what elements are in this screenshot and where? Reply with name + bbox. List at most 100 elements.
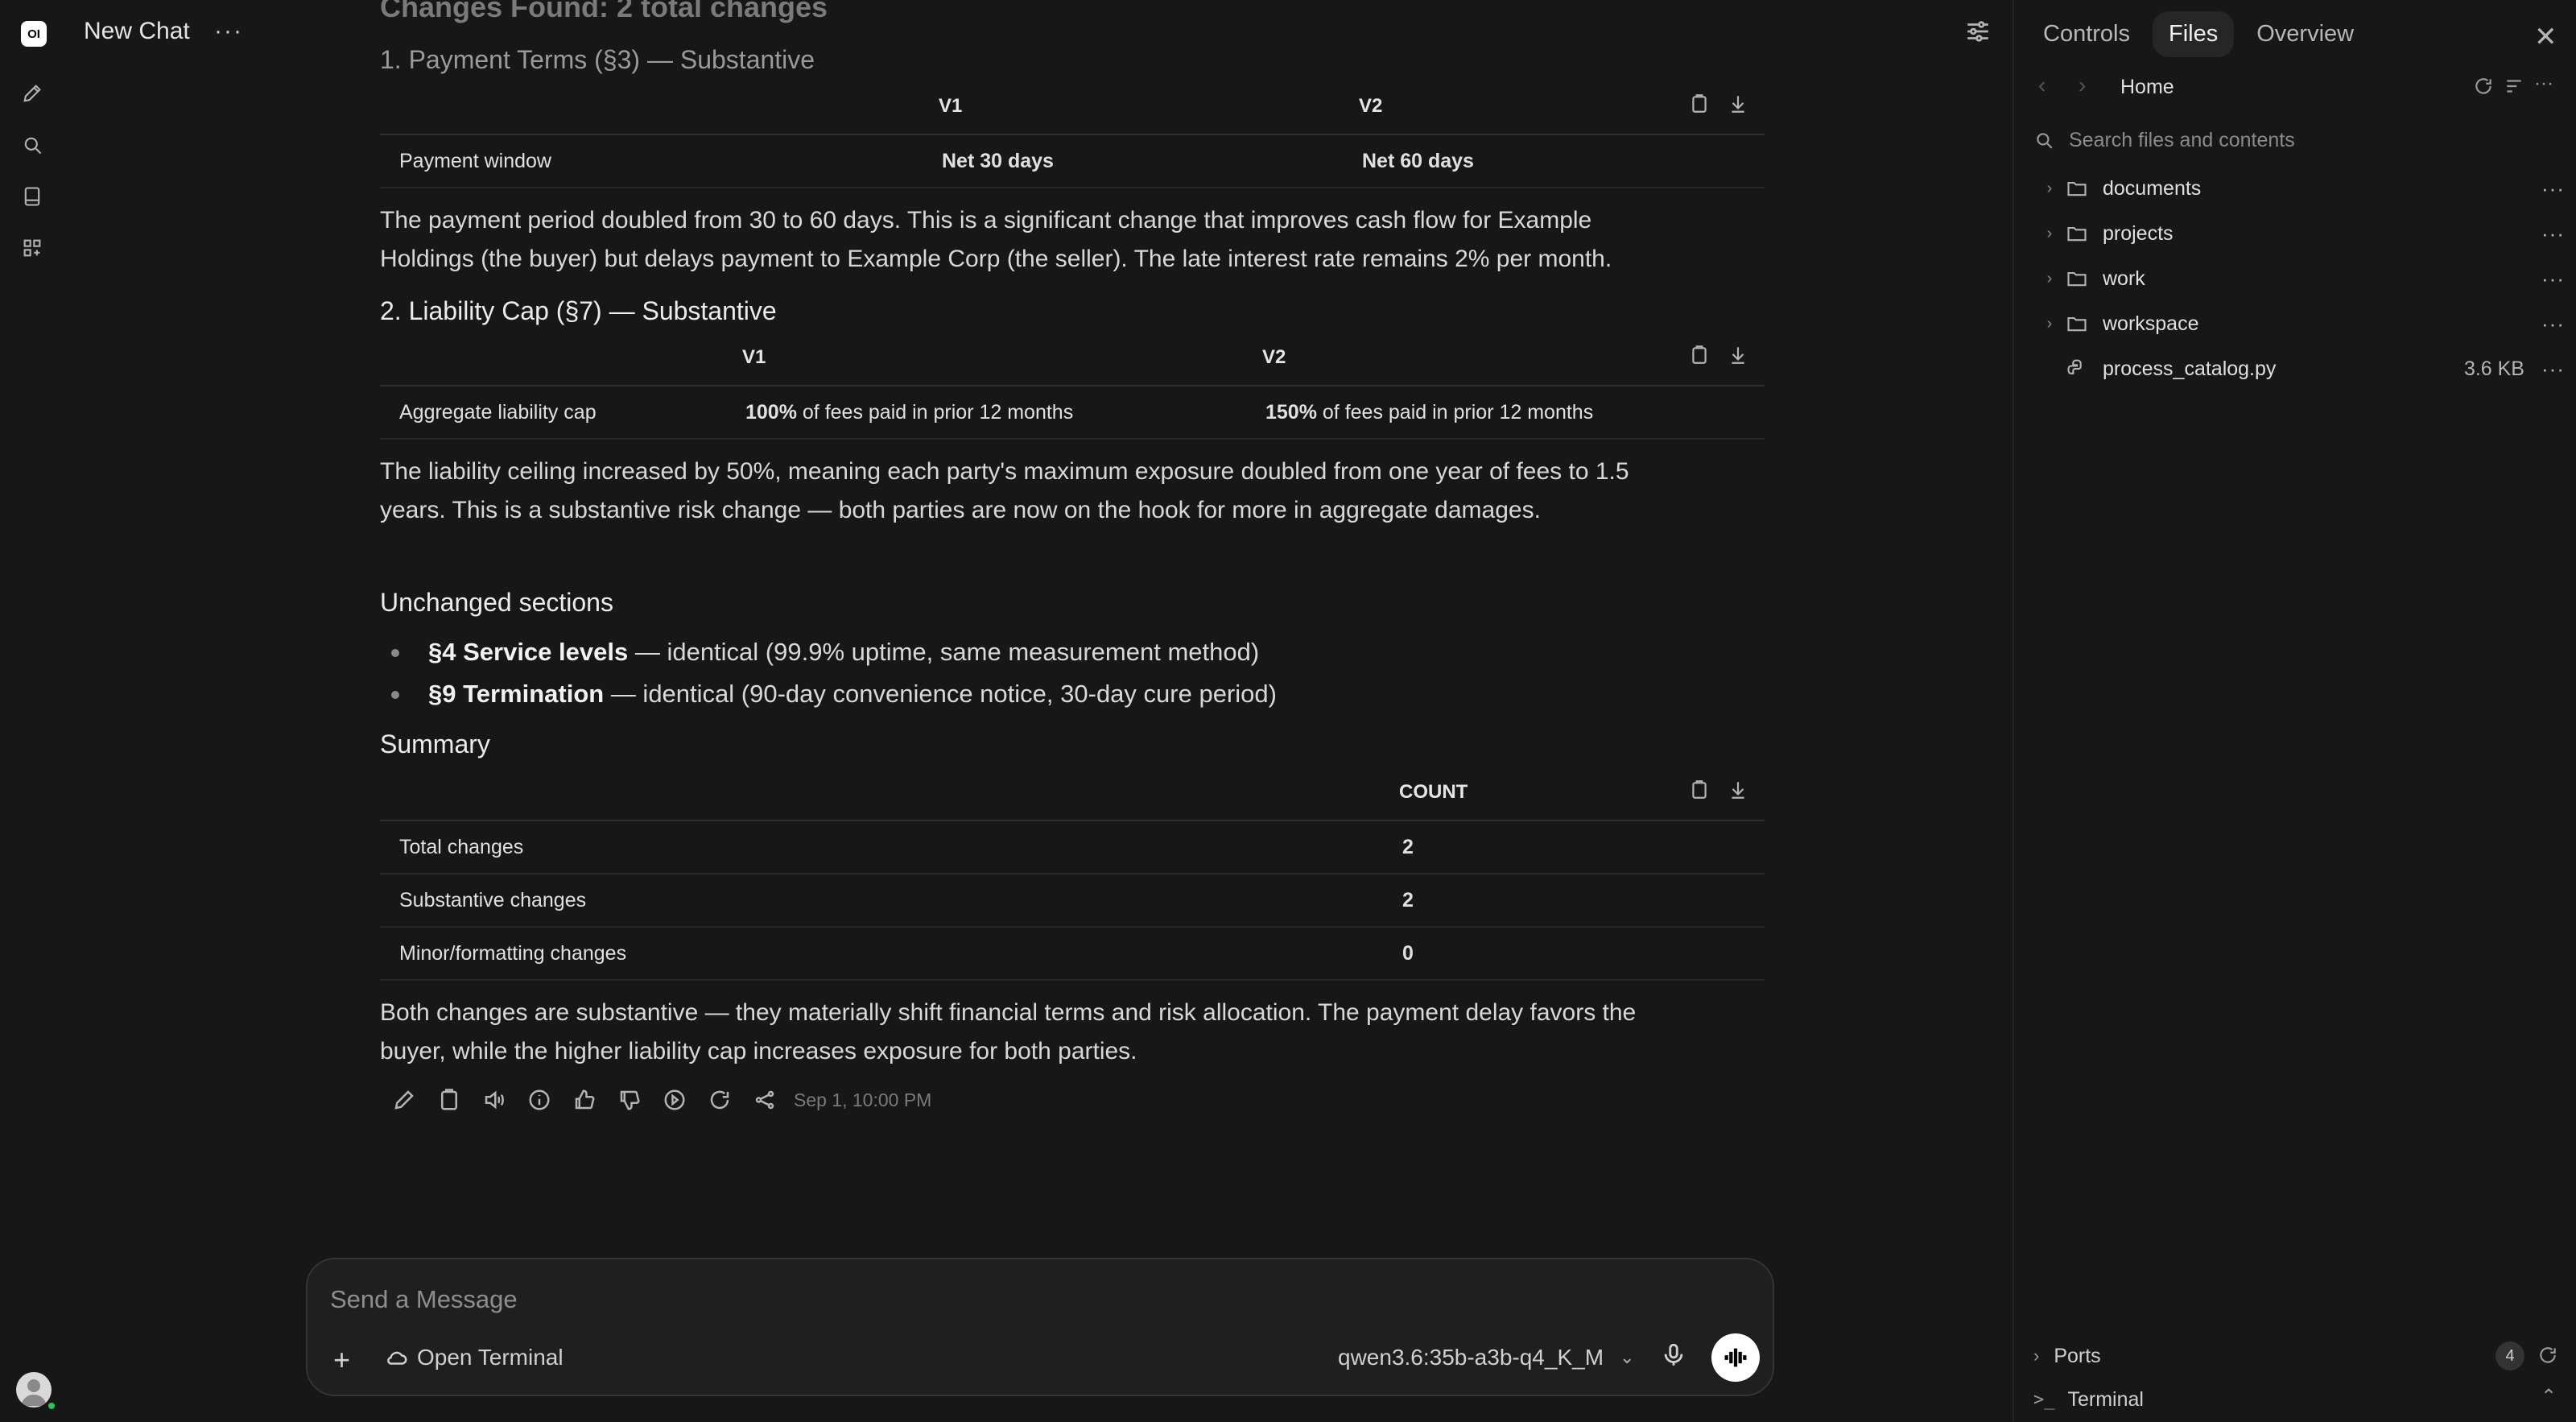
cell-v1: Net 30 days — [942, 150, 1054, 172]
controls-sliders-icon[interactable] — [1964, 18, 1993, 47]
row-label: Substantive changes — [399, 889, 587, 911]
tab-controls[interactable]: Controls — [2027, 11, 2146, 57]
thumbs-up-icon[interactable] — [568, 1084, 601, 1116]
payment-explanation: The payment period doubled from 30 to 60… — [380, 201, 1765, 279]
item-name: projects — [2103, 221, 2174, 245]
folder-item-workspace[interactable]: › workspace ··· — [2033, 301, 2565, 346]
item-more-icon[interactable]: ··· — [2541, 267, 2565, 291]
file-search-input[interactable]: Search files and contents — [2069, 129, 2295, 152]
model-name: qwen3.6:35b-a3b-q4_K_M — [1338, 1345, 1604, 1370]
payment-terms-table: V1 V2 Payment window Net 30 days Net 60 … — [380, 81, 1765, 188]
chevron-right-icon: › — [2033, 1346, 2040, 1366]
voice-mode-button[interactable] — [1711, 1333, 1760, 1382]
file-item-process-catalog[interactable]: process_catalog.py 3.6 KB ··· — [2033, 346, 2565, 391]
open-terminal-button[interactable]: Open Terminal — [385, 1345, 564, 1370]
info-icon[interactable] — [523, 1084, 555, 1116]
list-item: §9 Termination — identical (90-day conve… — [380, 673, 1277, 715]
side-panel: Controls Files Overview ✕ ‹ › Home ··· S… — [2013, 0, 2576, 1422]
microphone-icon[interactable] — [1660, 1341, 1689, 1370]
row-label: Payment window — [399, 150, 551, 172]
terminal-label: Terminal — [2067, 1387, 2144, 1411]
chat-menu-button[interactable]: ··· — [214, 18, 243, 45]
copy-table-icon[interactable] — [1689, 93, 1713, 118]
liability-cap-table: V1 V2 Aggregate liability cap 100% of fe… — [380, 332, 1765, 440]
model-selector[interactable]: qwen3.6:35b-a3b-q4_K_M ⌄ — [1338, 1345, 1634, 1370]
left-rail: OI — [0, 0, 64, 1422]
file-navigation: ‹ › Home ··· — [2038, 72, 2562, 105]
cell-v1-rest: of fees paid in prior 12 months — [796, 401, 1074, 424]
list-item-text: — identical (90-day convenience notice, … — [604, 680, 1277, 708]
cell-v1: 100% of fees paid in prior 12 months — [745, 401, 1073, 424]
terminal-section[interactable]: >_ Terminal ⌃ — [2033, 1383, 2565, 1416]
edit-icon[interactable] — [388, 1084, 420, 1116]
tab-overview[interactable]: Overview — [2240, 11, 2370, 57]
copy-table-icon[interactable] — [1689, 779, 1713, 804]
chevron-right-icon[interactable]: › — [2033, 315, 2066, 333]
breadcrumb[interactable]: Home — [2120, 76, 2174, 99]
column-header-v1: V1 — [742, 346, 766, 368]
table-row: Substantive changes 2 — [380, 874, 1765, 928]
cell-v2: 150% of fees paid in prior 12 months — [1265, 401, 1593, 424]
refresh-icon[interactable] — [2537, 1345, 2560, 1367]
folder-item-work[interactable]: › work ··· — [2033, 256, 2565, 301]
item-name: workspace — [2103, 312, 2199, 335]
copy-icon[interactable] — [433, 1084, 465, 1116]
chevron-right-icon[interactable]: › — [2033, 180, 2066, 198]
file-search[interactable]: Search files and contents — [2033, 124, 2557, 156]
app-logo[interactable]: OI — [21, 21, 47, 47]
paragraph-line: years. This is a substantive risk change… — [380, 497, 1541, 523]
notes-icon[interactable] — [19, 184, 45, 209]
chevron-up-icon[interactable]: ⌃ — [2541, 1385, 2557, 1408]
new-chat-icon[interactable] — [19, 81, 45, 106]
user-avatar[interactable] — [16, 1372, 52, 1408]
cell-v2-rest: of fees paid in prior 12 months — [1316, 401, 1594, 424]
search-icon[interactable] — [19, 132, 45, 158]
folder-item-documents[interactable]: › documents ··· — [2033, 166, 2565, 211]
download-table-icon[interactable] — [1728, 779, 1752, 804]
chevron-down-icon: ⌄ — [1620, 1347, 1635, 1367]
add-attachment-button[interactable]: + — [333, 1343, 350, 1377]
item-more-icon[interactable]: ··· — [2541, 176, 2565, 201]
read-aloud-icon[interactable] — [478, 1084, 510, 1116]
sort-icon[interactable] — [2504, 76, 2528, 100]
refresh-icon[interactable] — [2473, 76, 2497, 100]
file-size: 3.6 KB — [2463, 357, 2524, 380]
paragraph-line: Both changes are substantive — they mate… — [380, 999, 1637, 1026]
workspace-icon[interactable] — [19, 235, 45, 261]
online-status-dot — [47, 1401, 56, 1411]
folder-item-projects[interactable]: › projects ··· — [2033, 211, 2565, 256]
download-table-icon[interactable] — [1728, 345, 1752, 369]
chevron-right-icon[interactable]: › — [2033, 225, 2066, 243]
cell-count: 0 — [1402, 942, 1414, 965]
item-more-icon[interactable]: ··· — [2541, 221, 2565, 246]
thumbs-down-icon[interactable] — [613, 1084, 646, 1116]
download-table-icon[interactable] — [1728, 93, 1752, 118]
continue-icon[interactable] — [658, 1084, 691, 1116]
column-header-v2: V2 — [1359, 95, 1383, 117]
item-more-icon[interactable]: ··· — [2541, 312, 2565, 337]
back-arrow-icon[interactable]: ‹ — [2038, 72, 2046, 98]
forward-arrow-icon[interactable]: › — [2079, 72, 2086, 98]
list-item-bold: §4 Service levels — [428, 638, 629, 666]
message-input[interactable]: Send a Message — [330, 1285, 518, 1314]
summary-explanation: Both changes are substantive — they mate… — [380, 994, 1765, 1071]
cell-count: 2 — [1402, 889, 1414, 911]
folder-icon — [2066, 266, 2103, 291]
item-more-icon[interactable]: ··· — [2541, 357, 2565, 382]
list-item-bold: §9 Termination — [428, 680, 605, 708]
item-name: process_catalog.py — [2103, 357, 2277, 380]
close-icon[interactable]: ✕ — [2534, 21, 2557, 53]
tab-files[interactable]: Files — [2153, 11, 2235, 57]
cell-v1-bold: 100% — [745, 401, 797, 424]
copy-table-icon[interactable] — [1689, 345, 1713, 369]
chat-title[interactable]: New Chat — [84, 18, 190, 45]
ports-section[interactable]: › Ports 4 — [2033, 1340, 2565, 1372]
ports-label: Ports — [2054, 1344, 2101, 1367]
more-options-icon[interactable]: ··· — [2534, 72, 2558, 97]
unchanged-list: §4 Service levels — identical (99.9% upt… — [380, 631, 1277, 715]
regenerate-icon[interactable] — [704, 1084, 736, 1116]
chevron-right-icon[interactable]: › — [2033, 270, 2066, 288]
share-icon[interactable] — [749, 1084, 781, 1116]
column-header-v1: V1 — [939, 95, 963, 117]
folder-icon — [2066, 221, 2103, 246]
